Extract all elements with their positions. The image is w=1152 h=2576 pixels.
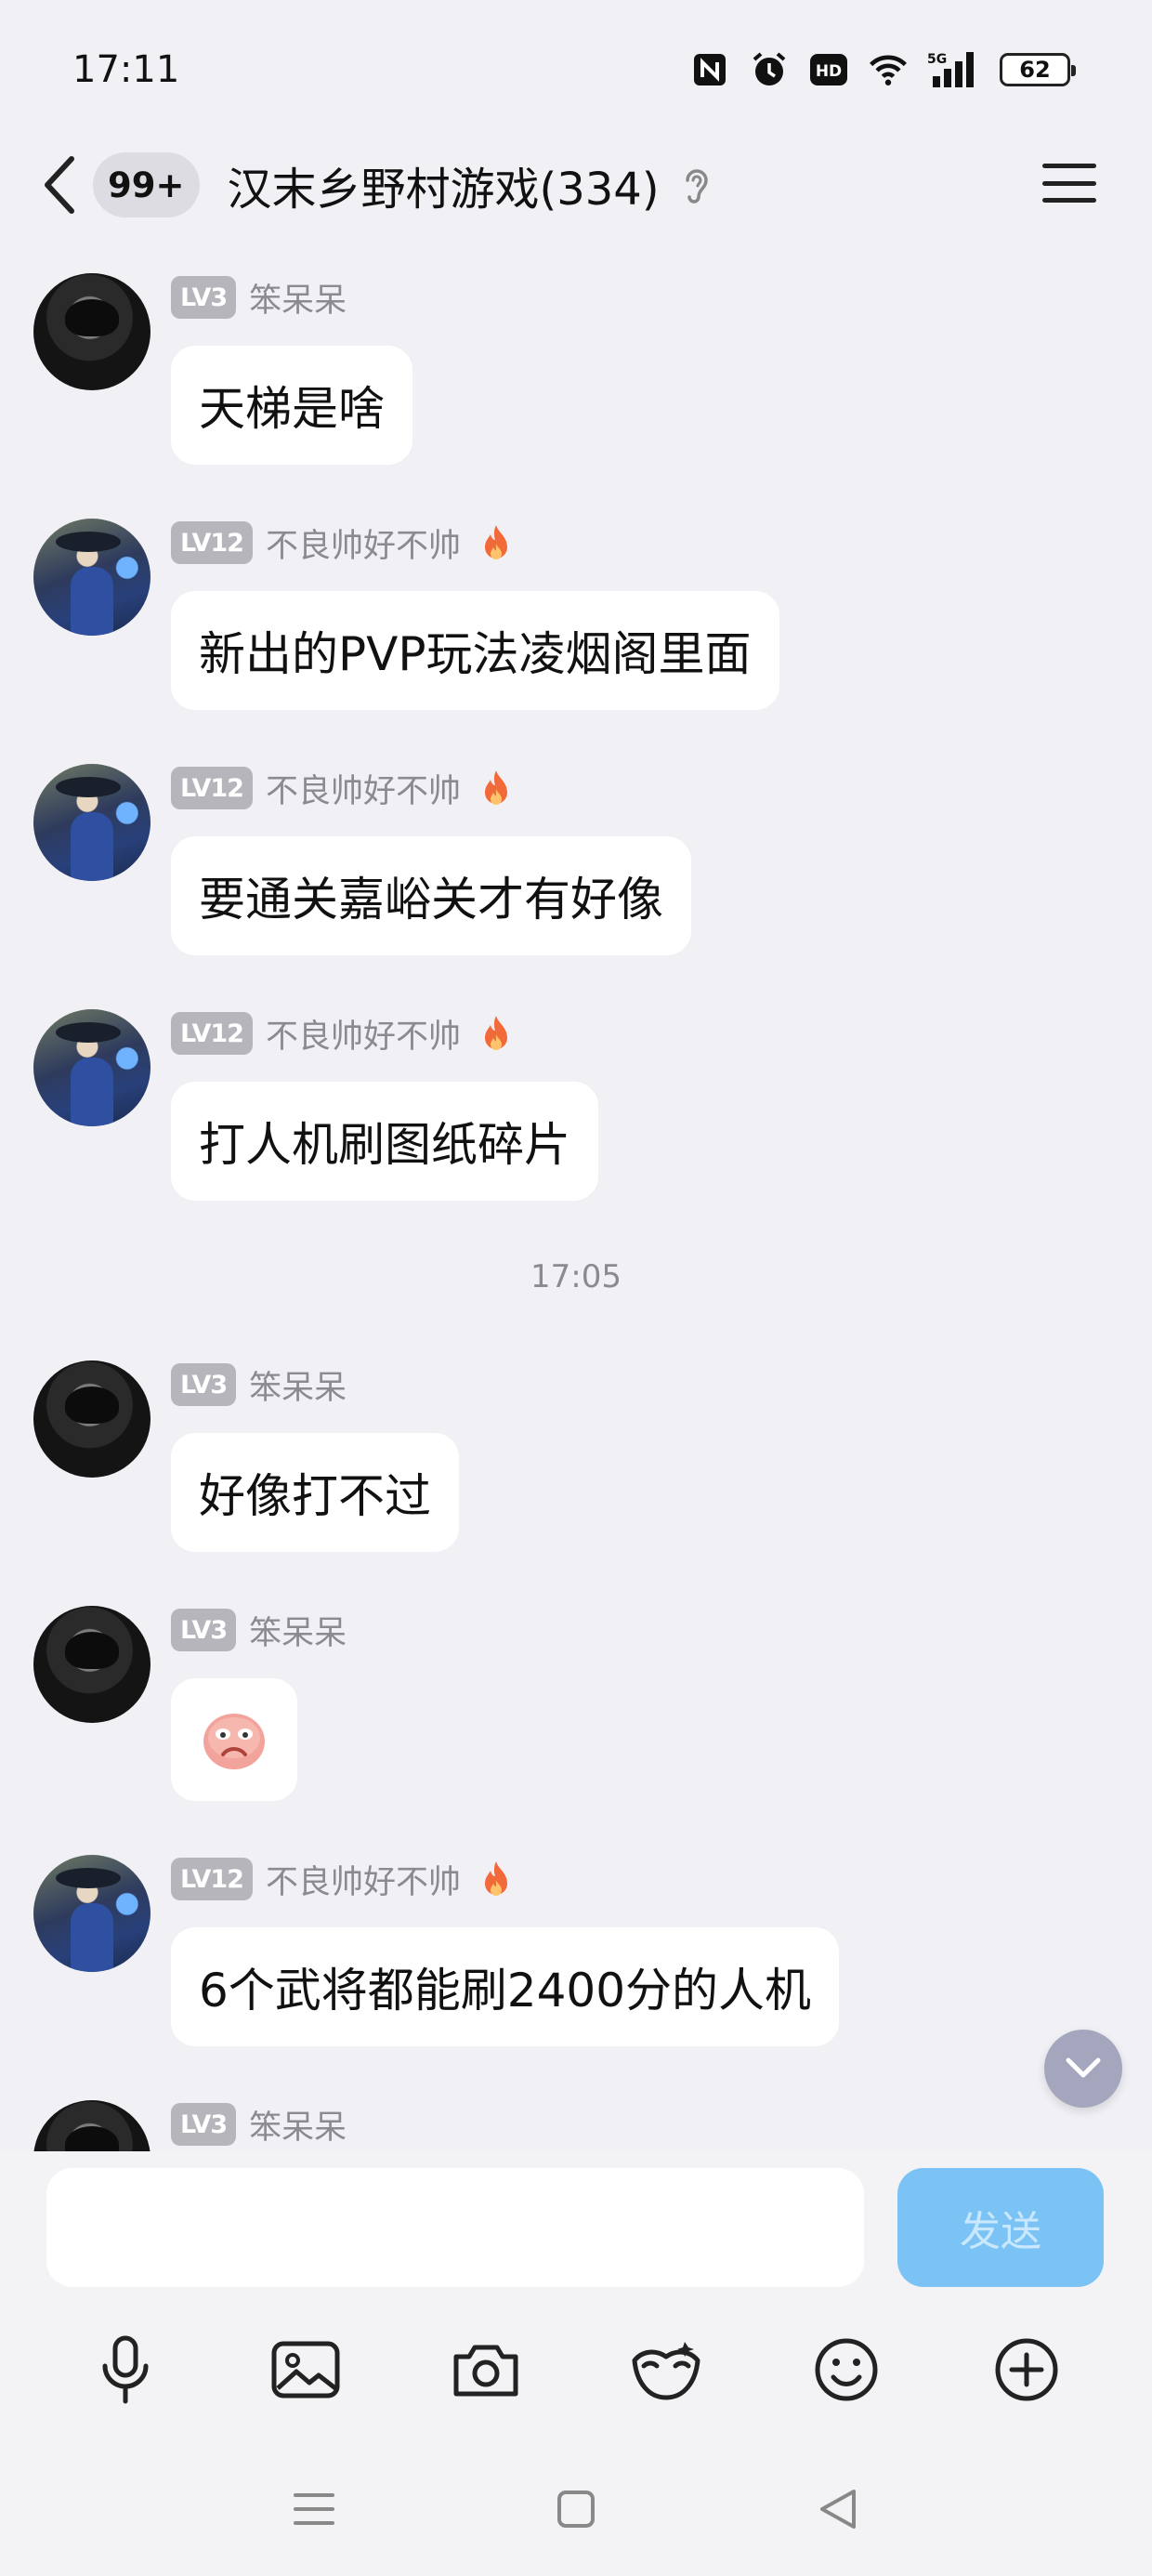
alarm-icon <box>749 49 790 90</box>
ear-icon[interactable] <box>680 163 717 207</box>
avatar[interactable] <box>33 273 151 390</box>
chat-header: 99+ 汉末乡野村游戏(334) <box>0 130 1152 240</box>
message-meta: LV12 不良帅好不帅 <box>171 766 513 810</box>
emoji-icon[interactable] <box>806 2330 886 2410</box>
nfc-icon <box>689 49 730 90</box>
chat-list[interactable]: LV3 笨呆呆 天梯是啥 LV12 不良帅好不帅 新出的PVP玩法凌烟阁里面 L… <box>0 243 1152 2151</box>
message-bubble[interactable]: 好像打不过 <box>171 1433 459 1552</box>
image-icon[interactable] <box>266 2330 346 2410</box>
plus-icon[interactable] <box>987 2330 1067 2410</box>
wifi-icon <box>868 49 909 90</box>
sad-face-emoji-icon <box>203 1714 265 1769</box>
flame-icon <box>484 525 507 559</box>
camera-icon[interactable] <box>446 2330 526 2410</box>
level-badge: LV12 <box>171 521 253 564</box>
nickname[interactable]: 不良帅好不帅 <box>266 519 461 567</box>
flame-icon <box>484 1861 507 1896</box>
nickname[interactable]: 笨呆呆 <box>249 1361 347 1409</box>
timestamp: 17:05 <box>530 1258 622 1295</box>
message-bubble[interactable]: 打人机刷图纸碎片 <box>171 1082 598 1201</box>
chevron-down-icon <box>1066 2057 1101 2078</box>
back-arrow-icon <box>45 156 74 214</box>
send-button[interactable]: 发送 <box>897 2168 1104 2287</box>
message-meta: LV12 不良帅好不帅 <box>171 1857 513 1901</box>
nickname[interactable]: 不良帅好不帅 <box>266 765 461 812</box>
svg-text:5G: 5G <box>927 52 947 67</box>
nickname[interactable]: 笨呆呆 <box>249 2101 347 2149</box>
avatar[interactable] <box>33 2100 151 2151</box>
input-toolbar <box>0 2319 1152 2421</box>
status-time: 17:11 <box>72 48 180 91</box>
back-button[interactable] <box>32 148 89 222</box>
status-bar: 17:11 HD 5G 62 <box>0 0 1152 139</box>
avatar[interactable] <box>33 1606 151 1723</box>
message-meta: LV3 笨呆呆 <box>171 2102 347 2147</box>
status-icons: HD 5G 62 <box>689 49 1076 90</box>
input-area: 发送 <box>0 2151 1152 2442</box>
message-meta: LV12 不良帅好不帅 <box>171 1011 513 1056</box>
avatar[interactable] <box>33 1009 151 1126</box>
level-badge: LV3 <box>171 1609 237 1651</box>
menu-icon[interactable] <box>1039 152 1100 214</box>
level-badge: LV12 <box>171 1012 253 1055</box>
message-bubble[interactable]: 要通关嘉峪关才有好像 <box>171 836 691 955</box>
flame-icon <box>484 770 507 805</box>
level-badge: LV3 <box>171 276 237 319</box>
group-title[interactable]: 汉末乡野村游戏(334) <box>228 152 660 217</box>
unread-badge[interactable]: 99+ <box>93 152 200 217</box>
system-nav-bar <box>0 2442 1152 2576</box>
scroll-to-bottom-button[interactable] <box>1044 2030 1122 2108</box>
avatar[interactable] <box>33 519 151 636</box>
nav-menu-icon[interactable] <box>286 2481 342 2537</box>
nav-home-icon[interactable] <box>548 2481 604 2537</box>
level-badge: LV3 <box>171 1363 237 1406</box>
nickname[interactable]: 不良帅好不帅 <box>266 1856 461 1903</box>
avatar[interactable] <box>33 764 151 881</box>
flame-icon <box>484 1016 507 1050</box>
nickname[interactable]: 笨呆呆 <box>249 1607 347 1654</box>
message-meta: LV3 笨呆呆 <box>171 1608 347 1652</box>
level-badge: LV3 <box>171 2103 237 2146</box>
battery-icon: 62 <box>1000 53 1076 86</box>
message-meta: LV3 笨呆呆 <box>171 275 347 320</box>
microphone-icon[interactable] <box>85 2330 165 2410</box>
nickname[interactable]: 不良帅好不帅 <box>266 1010 461 1058</box>
level-badge: LV12 <box>171 1858 253 1900</box>
nickname[interactable]: 笨呆呆 <box>249 274 347 322</box>
avatar[interactable] <box>33 1855 151 1972</box>
sticker-bubble[interactable] <box>171 1678 297 1801</box>
message-bubble[interactable]: 6个武将都能刷2400分的人机 <box>171 1927 840 2046</box>
svg-text:HD: HD <box>816 62 842 81</box>
level-badge: LV12 <box>171 767 253 809</box>
avatar[interactable] <box>33 1360 151 1478</box>
nav-back-icon[interactable] <box>810 2481 866 2537</box>
message-input[interactable] <box>46 2168 864 2287</box>
signal-5g-icon: 5G <box>927 49 981 90</box>
mask-icon[interactable] <box>626 2330 706 2410</box>
hd-icon: HD <box>808 49 849 90</box>
message-meta: LV3 笨呆呆 <box>171 1362 347 1407</box>
message-bubble[interactable]: 新出的PVP玩法凌烟阁里面 <box>171 591 779 710</box>
message-bubble[interactable]: 天梯是啥 <box>171 346 412 465</box>
message-meta: LV12 不良帅好不帅 <box>171 520 513 565</box>
